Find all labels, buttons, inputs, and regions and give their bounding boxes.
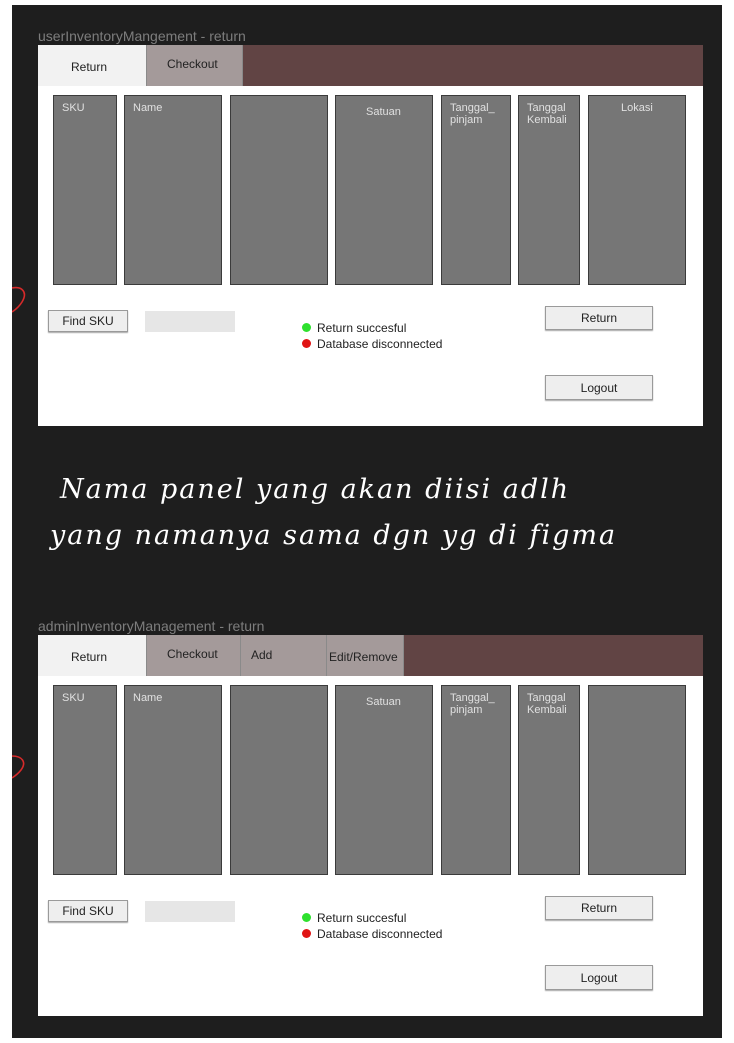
tab-label: Return	[71, 650, 108, 664]
table-column-tanggal-kembali[interactable]: Tanggal Kembali	[518, 685, 580, 875]
table-column-name[interactable]: Name	[124, 95, 222, 285]
column-header: Tanggal_ pinjam	[450, 692, 495, 716]
status-error: Database disconnected	[302, 927, 442, 941]
logout-button[interactable]: Logout	[545, 375, 653, 400]
column-header: Tanggal_ pinjam	[450, 102, 495, 126]
frame-title: adminInventoryManagement - return	[38, 618, 265, 634]
tab-add[interactable]: Add	[241, 635, 327, 676]
status-success: Return succesful	[302, 321, 406, 335]
tab-checkout[interactable]: Checkout	[147, 45, 243, 86]
success-indicator-icon	[302, 913, 311, 922]
column-header: Tanggal Kembali	[527, 692, 567, 716]
tab-bar: Return Checkout Add Edit/Remove	[38, 635, 703, 676]
column-header: SKU	[62, 102, 85, 114]
table-column-tanggal-pinjam[interactable]: Tanggal_ pinjam	[441, 685, 511, 875]
table-column-name[interactable]: Name	[124, 685, 222, 875]
status-error-text: Database disconnected	[317, 337, 443, 351]
note-line: Nama panel yang akan diisi adlh	[60, 474, 571, 505]
user-inventory-frame: userInventoryMangement - return Return C…	[12, 28, 722, 488]
table-column-satuan[interactable]: Satuan	[335, 685, 433, 875]
column-header: Name	[133, 102, 163, 114]
tab-bar: Return Checkout	[38, 45, 703, 86]
table-column-lokasi[interactable]: Lokasi	[588, 95, 686, 285]
admin-inventory-frame: adminInventoryManagement - return Return…	[12, 618, 722, 1038]
tab-checkout[interactable]: Checkout	[147, 635, 241, 676]
column-header: Satuan	[366, 106, 401, 118]
status-success-text: Return succesful	[317, 911, 407, 925]
tab-return[interactable]: Return	[38, 635, 147, 676]
status-error-text: Database disconnected	[317, 927, 443, 941]
return-button[interactable]: Return	[545, 306, 653, 330]
design-canvas: userInventoryMangement - return Return C…	[12, 5, 722, 1038]
main-panel: SKU Name Satuan Tanggal_ pinjam Tanggal …	[38, 676, 703, 1016]
return-button[interactable]: Return	[545, 896, 653, 920]
success-indicator-icon	[302, 323, 311, 332]
table-column-tanggal-kembali[interactable]: Tanggal Kembali	[518, 95, 580, 285]
find-sku-button[interactable]: Find SKU	[48, 900, 128, 922]
handwritten-note: Nama panel yang akan diisi adlh yang nam…	[50, 467, 710, 559]
note-line: yang namanya sama dgn yg di figma	[50, 520, 618, 551]
sku-input[interactable]	[145, 311, 235, 332]
table-column-sku[interactable]: SKU	[53, 95, 117, 285]
column-header: SKU	[62, 692, 85, 704]
column-header: Tanggal Kembali	[527, 102, 567, 126]
sku-input[interactable]	[145, 901, 235, 922]
table-column-unnamed[interactable]	[230, 95, 328, 285]
find-sku-button[interactable]: Find SKU	[48, 310, 128, 332]
tab-label: Checkout	[167, 647, 218, 661]
table-column-unnamed-2[interactable]	[588, 685, 686, 875]
status-error: Database disconnected	[302, 337, 442, 351]
tab-edit-remove[interactable]: Edit/Remove	[327, 635, 404, 676]
tab-return[interactable]: Return	[38, 45, 147, 86]
table-column-sku[interactable]: SKU	[53, 685, 117, 875]
table-column-unnamed[interactable]	[230, 685, 328, 875]
tab-label: Add	[251, 648, 273, 662]
tab-label: Return	[71, 60, 108, 74]
error-indicator-icon	[302, 339, 311, 348]
column-header: Satuan	[366, 696, 401, 708]
table-column-satuan[interactable]: Satuan	[335, 95, 433, 285]
status-success-text: Return succesful	[317, 321, 407, 335]
main-panel: SKU Name Satuan Tanggal_ pinjam Tanggal …	[38, 86, 703, 426]
status-success: Return succesful	[302, 911, 406, 925]
table-column-tanggal-pinjam[interactable]: Tanggal_ pinjam	[441, 95, 511, 285]
error-indicator-icon	[302, 929, 311, 938]
frame-title: userInventoryMangement - return	[38, 28, 246, 44]
column-header: Lokasi	[621, 102, 653, 114]
logout-button[interactable]: Logout	[545, 965, 653, 990]
column-header: Name	[133, 692, 163, 704]
tab-label: Edit/Remove	[329, 650, 398, 664]
tab-label: Checkout	[167, 57, 218, 71]
